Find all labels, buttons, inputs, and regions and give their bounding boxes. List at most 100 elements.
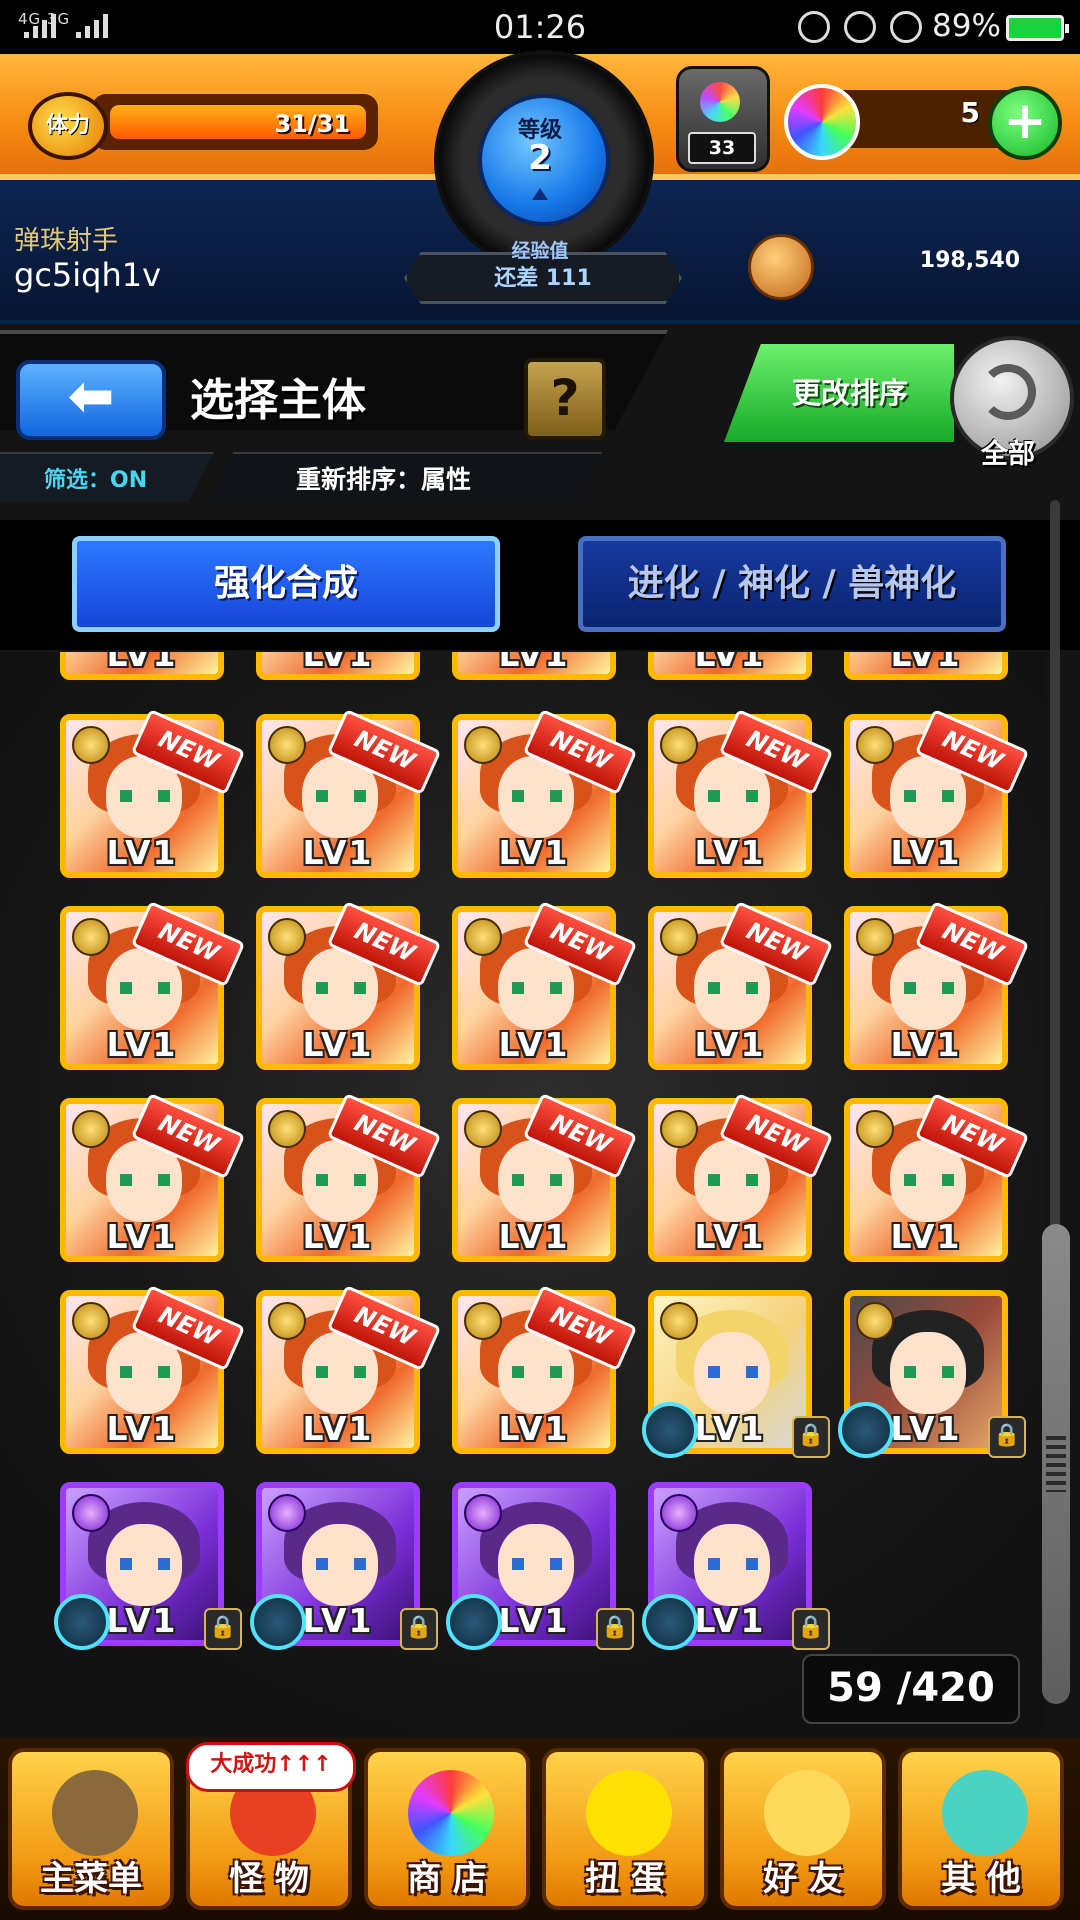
nav-label: 怪 物 (229, 1859, 309, 1899)
monster-card-partial[interactable]: LV1 (60, 652, 224, 680)
nav-rainbow-orb-button[interactable]: 商 店 (364, 1748, 530, 1910)
potion-orb-icon (700, 82, 740, 122)
back-button[interactable]: ⬅ (16, 360, 166, 440)
level-label: LV1 (694, 1217, 766, 1256)
level-label: LV1 (302, 1409, 374, 1448)
filter-label: 筛选：ON (44, 468, 148, 493)
level-label: LV1 (106, 1025, 178, 1064)
stamina-icon: 体力 (28, 92, 108, 160)
lock-icon[interactable]: 🔒 (792, 1416, 830, 1458)
nav-egg-button[interactable]: 扭 蛋 (542, 1748, 708, 1910)
attribute-icon (464, 918, 502, 956)
level-label: LV1 (302, 1217, 374, 1256)
attribute-icon (72, 1494, 110, 1532)
add-orb-button[interactable]: + (988, 86, 1062, 160)
attribute-icon (660, 726, 698, 764)
lock-icon[interactable]: 🔒 (792, 1608, 830, 1650)
level-label: LV1 (890, 1217, 962, 1256)
nav-label: 商 店 (407, 1859, 487, 1899)
level-label: LV1 (694, 833, 766, 872)
attribute-icon (856, 726, 894, 764)
monster-eyes (120, 1366, 170, 1378)
rotation-lock-icon (844, 11, 876, 43)
attribute-icon (660, 1494, 698, 1532)
nav-other-button[interactable]: 其 他 (898, 1748, 1064, 1910)
gold-value: 198,540 (919, 248, 1020, 273)
monster-eyes (316, 1558, 366, 1570)
monster-card-partial[interactable]: LV1 (648, 652, 812, 680)
box-count: 59 /420 (802, 1654, 1020, 1724)
attribute-icon (660, 918, 698, 956)
monster-eyes (708, 1558, 758, 1570)
change-sort-button[interactable]: 更改排序 (724, 344, 954, 442)
level-label: LV1 (498, 1025, 570, 1064)
refresh-icon (980, 364, 1036, 420)
nav-gate-button[interactable]: 主菜单 (8, 1748, 174, 1910)
attribute-icon (856, 1110, 894, 1148)
lock-icon[interactable]: 🔒 (596, 1608, 634, 1650)
gold-coin-icon (748, 234, 814, 300)
battery-percent: 89% (932, 8, 1001, 44)
level-label: LV1 (302, 652, 374, 674)
level-label: LV1 (106, 1217, 178, 1256)
rank-arrow-icon (532, 188, 548, 200)
monster-card-partial[interactable]: LV1 (256, 652, 420, 680)
nav-friends-balloon-button[interactable]: 好 友 (720, 1748, 886, 1910)
attribute-icon (268, 1110, 306, 1148)
nav-label: 扭 蛋 (585, 1859, 665, 1899)
monster-eyes (316, 1366, 366, 1378)
skill-orb-icon (54, 1594, 110, 1650)
monster-eyes (512, 1174, 562, 1186)
attribute-icon (72, 726, 110, 764)
evolve-tab[interactable]: 进化 / 神化 / 兽神化 (578, 536, 1006, 632)
level-label: LV1 (302, 1025, 374, 1064)
other-icon (942, 1770, 1028, 1856)
exp-label: 经验值 (511, 240, 569, 262)
attribute-icon (660, 1302, 698, 1340)
nav-label: 其 他 (941, 1859, 1021, 1899)
monster-eyes (316, 790, 366, 802)
sort-label: 重新排序：属性 (296, 465, 472, 494)
alarm-icon (890, 11, 922, 43)
player-title: 弹珠射手 (14, 226, 119, 256)
all-label: 全部 (981, 439, 1035, 470)
monster-eyes (120, 790, 170, 802)
monster-eyes (904, 790, 954, 802)
level-label: LV1 (694, 1025, 766, 1064)
monster-card-partial[interactable]: LV1 (452, 652, 616, 680)
help-button[interactable]: ? (524, 358, 606, 440)
attribute-icon (72, 1302, 110, 1340)
attribute-icon (856, 918, 894, 956)
stamina-value: 31/31 (274, 110, 350, 138)
potion-count: 33 (688, 132, 756, 164)
nav-label: 主菜单 (40, 1859, 142, 1899)
monster-eyes (904, 1174, 954, 1186)
monster-eyes (120, 1174, 170, 1186)
monster-eyes (708, 982, 758, 994)
lock-icon[interactable]: 🔒 (400, 1608, 438, 1650)
gate-icon (52, 1770, 138, 1856)
monster-grid[interactable]: LV1 LV1 LV1 LV1 LV1 LV1 NEW LV1 NEW LV1 NEW LV1 NEW L… (0, 652, 1046, 1734)
level-label: LV1 (498, 652, 570, 674)
attribute-icon (268, 1302, 306, 1340)
monster-eyes (708, 790, 758, 802)
monster-eyes (316, 1174, 366, 1186)
lock-icon[interactable]: 🔒 (204, 1608, 242, 1650)
level-label: LV1 (890, 652, 962, 674)
attribute-icon (464, 1110, 502, 1148)
attribute-icon (464, 726, 502, 764)
rainbow-orb-icon (784, 84, 860, 160)
attribute-icon (72, 918, 110, 956)
monster-eyes (512, 982, 562, 994)
monster-eyes (512, 1366, 562, 1378)
scroll-grip-icon (1046, 1436, 1066, 1492)
enhance-fusion-tab[interactable]: 强化合成 (72, 536, 500, 632)
skill-orb-icon (642, 1402, 698, 1458)
player-name: gc5iqh1v (14, 256, 162, 294)
level-label: LV1 (302, 833, 374, 872)
attribute-icon (856, 1302, 894, 1340)
monster-card-partial[interactable]: LV1 (844, 652, 1008, 680)
level-label: LV1 (106, 1409, 178, 1448)
attribute-icon (268, 1494, 306, 1532)
lock-icon[interactable]: 🔒 (988, 1416, 1026, 1458)
